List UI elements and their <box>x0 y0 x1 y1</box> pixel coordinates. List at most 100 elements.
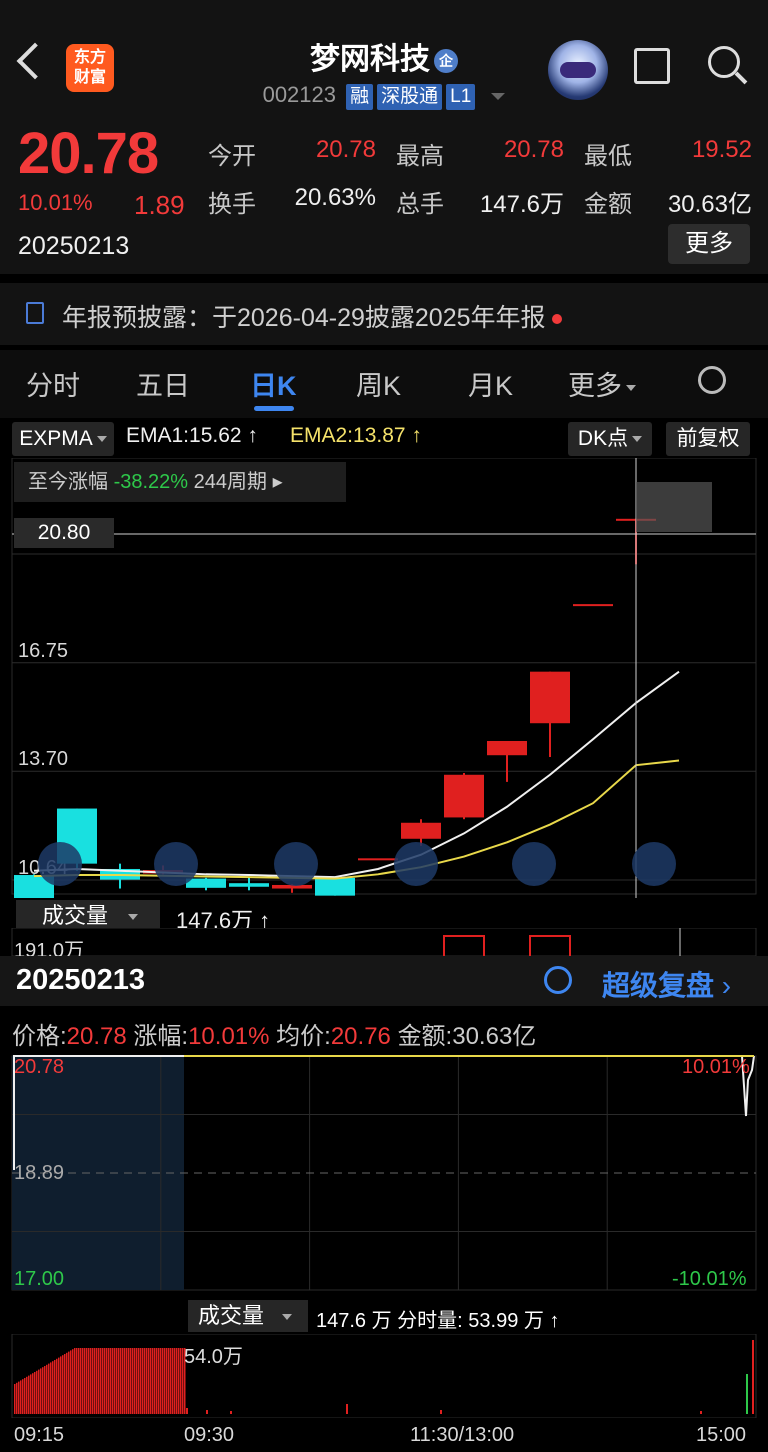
zoom-out-icon[interactable] <box>154 842 198 886</box>
kline-volume-area <box>11 928 757 956</box>
time-tick-0915: 09:15 <box>14 1424 65 1446</box>
auction-volume-bar <box>128 1348 130 1414</box>
amount-value: 30.63亿 <box>667 191 752 218</box>
volume-bar <box>700 1411 702 1414</box>
auction-volume-bar <box>116 1348 118 1414</box>
share-icon[interactable] <box>634 48 670 84</box>
adjust-button[interactable]: 前复权 <box>666 422 750 456</box>
auction-volume-bar <box>64 1354 66 1414</box>
auction-volume-bar <box>114 1348 116 1414</box>
super-replay-link[interactable]: 超级复盘 › <box>602 964 731 1004</box>
auction-volume-bar <box>150 1348 152 1414</box>
nav-first-icon[interactable] <box>38 842 82 886</box>
tab-monthly-k[interactable]: 月K <box>468 364 513 403</box>
auction-volume-bar <box>100 1348 102 1414</box>
replay-clock-icon[interactable] <box>544 966 572 994</box>
volume-bar <box>230 1411 232 1414</box>
time-tick-midday: 11:30/13:00 <box>410 1424 515 1446</box>
stock-name: 梦网科技 <box>310 43 430 76</box>
chevron-right-icon: › <box>721 970 732 1001</box>
tab-more[interactable]: 更多 <box>568 364 636 403</box>
auction-volume-bar <box>42 1367 44 1414</box>
intraday-chart[interactable] <box>0 1050 768 1296</box>
low-label: 最低 <box>584 143 632 170</box>
kline-chart[interactable]: 19.8116.7513.7010.64 <box>0 458 768 898</box>
auction-volume-bar <box>24 1378 26 1414</box>
rise-period: 244周期 <box>193 471 267 493</box>
fullscreen-icon[interactable] <box>632 842 676 886</box>
auction-volume-bar <box>86 1348 88 1414</box>
volume-value: 147.6万 <box>479 191 564 218</box>
level-tag: L1 <box>446 84 476 110</box>
auction-volume-bar <box>52 1361 54 1414</box>
auction-volume-bar <box>106 1348 108 1414</box>
auction-volume-bar <box>126 1348 128 1414</box>
kline-candle <box>487 740 527 756</box>
auction-volume-bar <box>104 1348 106 1414</box>
auction-volume-bar <box>102 1348 104 1414</box>
dk-point-button[interactable]: DK点 <box>568 422 652 456</box>
change-value: 10.01% <box>188 1023 270 1050</box>
auction-volume-bar <box>28 1375 30 1414</box>
intraday-volume-readout: 147.6 万 分时量: 53.99 万 ↑ <box>316 1310 560 1332</box>
kline-y-tick: 13.70 <box>18 748 68 770</box>
settings-gear-icon[interactable] <box>698 366 726 394</box>
auction-volume-bar <box>82 1348 84 1414</box>
auction-volume-bar <box>136 1348 138 1414</box>
intraday-date: 20250213 <box>16 964 146 996</box>
auction-volume-bar <box>98 1348 100 1414</box>
ema2-value: EMA2:13.87 <box>290 424 406 447</box>
intraday-info-row: 价格:20.78 涨幅:10.01% 均价:20.76 金额:30.63亿 <box>12 1016 536 1051</box>
amount-label: 金额 <box>584 191 632 218</box>
open-label: 今开 <box>208 143 256 170</box>
high-value: 20.78 <box>503 136 564 163</box>
auction-volume-bar <box>96 1348 98 1414</box>
intraday-volume-area <box>11 1334 757 1418</box>
dk-label: DK点 <box>577 427 629 450</box>
tab-daily-k[interactable]: 日K <box>250 364 297 403</box>
auction-volume-bar <box>54 1360 56 1414</box>
open-value: 20.78 <box>315 136 376 163</box>
auction-volume-bar <box>36 1370 38 1414</box>
more-button[interactable]: 更多 <box>668 224 750 264</box>
zoom-in-icon[interactable] <box>274 842 318 886</box>
auction-volume-bar <box>80 1348 82 1414</box>
stock-subtitle[interactable]: 002123 融深股通 L1 <box>0 82 768 110</box>
volume-label-text: 成交量 <box>42 903 109 928</box>
tab-intraday[interactable]: 分时 <box>26 364 80 403</box>
auction-volume-bar <box>50 1362 52 1414</box>
turnover-label: 换手 <box>208 191 256 218</box>
dropdown-icon[interactable] <box>491 92 506 100</box>
price-value: 20.78 <box>66 1023 127 1050</box>
quote-date: 20250213 <box>18 232 130 260</box>
indicator-select[interactable]: EXPMA <box>12 422 114 456</box>
notice-text[interactable]: 年报预披露：于2026-04-29披露2025年年报 <box>62 298 562 334</box>
nav-prev-icon[interactable] <box>394 842 438 886</box>
auction-volume-bar <box>174 1348 176 1414</box>
super-replay-label: 超级复盘 <box>602 970 715 1001</box>
auction-volume-bar <box>134 1348 136 1414</box>
ema1-value: EMA1:15.62 <box>126 424 242 447</box>
nav-next-icon[interactable] <box>512 842 556 886</box>
intraday-volume-select[interactable]: 成交量 <box>188 1300 308 1332</box>
tab-more-label: 更多 <box>568 371 622 401</box>
volume-dropdown-icon <box>128 914 139 921</box>
auction-volume-bar <box>112 1348 114 1414</box>
kline-candle <box>315 877 355 896</box>
rise-since-box[interactable]: 至今涨幅 -38.22% 244周期 ▸ <box>14 462 346 502</box>
tab-five-day[interactable]: 五日 <box>136 364 190 403</box>
kline-candle <box>530 671 570 724</box>
margin-tag: 融 <box>346 84 374 110</box>
auction-volume-bar <box>60 1356 62 1414</box>
tab-weekly-k[interactable]: 周K <box>356 364 401 403</box>
intraday-y-top: 20.78 <box>14 1056 65 1078</box>
intraday-volume-tick: 54.0万 <box>184 1346 243 1368</box>
time-tick-0930: 09:30 <box>184 1424 235 1446</box>
auction-volume-bar <box>152 1348 154 1414</box>
auction-volume-bar <box>160 1348 162 1414</box>
auction-volume-bar <box>178 1348 180 1414</box>
price-label: 价格: <box>12 1023 67 1050</box>
intraday-volume-label: 成交量 <box>198 1303 265 1328</box>
auction-volume-bar <box>38 1369 40 1414</box>
kline-candle <box>186 878 226 888</box>
